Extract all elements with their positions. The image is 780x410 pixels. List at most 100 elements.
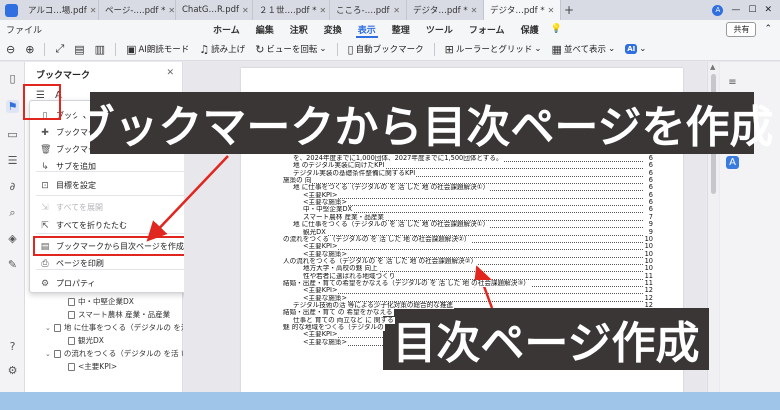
lightbulb-icon[interactable]: 💡	[551, 24, 562, 34]
toc-text: <主要KPI>	[303, 287, 339, 295]
close-icon[interactable]: ✕	[166, 68, 174, 78]
toc-page-number: 6	[648, 206, 653, 214]
settings-icon[interactable]: ⚙	[6, 364, 19, 377]
context-menu-item-7[interactable]: ▤ ブックマークから目次ページを作成	[30, 238, 190, 255]
tab-1[interactable]: ページ-….pdf * ✕	[99, 0, 176, 20]
chevron-up-icon[interactable]: ⌃	[764, 24, 772, 34]
tab-4[interactable]: こころ-….pdf ✕	[330, 0, 407, 20]
menu-item-7[interactable]: フォーム	[461, 20, 513, 38]
tab-5[interactable]: デジタ…pdf * ✕	[407, 0, 484, 20]
menu-item-6[interactable]: ツール	[418, 20, 461, 38]
context-menu-item-6[interactable]: ⇱ すべてを折りたたむ	[30, 217, 190, 234]
ai-read-mode-button[interactable]: ▣ AI朗読モード	[126, 43, 189, 56]
tab-0[interactable]: アルコ…場.pdf ✕	[22, 0, 99, 20]
avatar[interactable]: A	[712, 4, 724, 16]
toc-line[interactable]: 性や若者に選ばれる地域づくり 11	[303, 272, 653, 280]
search-icon[interactable]: ⌕	[6, 206, 19, 219]
toc-line[interactable]: の流れをつくる（デジタルの を 活 した 地 の社会課題解決②） 10	[283, 235, 653, 243]
app-logo-icon[interactable]	[0, 0, 22, 20]
close-tab-icon[interactable]: ✕	[242, 6, 249, 15]
toc-line[interactable]: 中・中堅企業DX 6	[303, 206, 653, 214]
tree-item[interactable]: 中・中堅企業DX	[25, 295, 183, 308]
chevron-down-icon[interactable]: ⌄	[45, 324, 51, 332]
zoom-in-icon[interactable]: ⊕	[25, 43, 34, 56]
toc-line[interactable]: 施策の 向 6	[283, 177, 653, 185]
tab-6[interactable]: デジタ…pdf * ✕	[484, 0, 561, 20]
toc-line[interactable]: <主要KPI> 10	[303, 243, 653, 251]
toc-line[interactable]: 人の流れをつくる（デジタルの を 活 した 地 の社会課題解決②） 10	[283, 257, 653, 265]
bookmark-panel-icon[interactable]: ⚑	[6, 100, 19, 113]
toc-line[interactable]: 地 に仕事をつくる（デジタルの を 活 した 地 の社会課題解決①） 9	[293, 221, 653, 229]
toc-line[interactable]: 地 のデジタル実装に向けたKPI 6	[293, 162, 653, 170]
tab-3[interactable]: ２１世….pdf * ✕	[253, 0, 330, 20]
ai-button[interactable]: AI ⌄	[625, 44, 646, 54]
text-ai-icon[interactable]: A	[726, 156, 739, 169]
tree-item[interactable]: スマート農林 産業・品産業	[25, 308, 183, 321]
menu-item-4[interactable]: 表示	[350, 20, 384, 38]
close-tab-icon[interactable]: ✕	[90, 6, 97, 15]
zoom-out-icon[interactable]: ⊖	[6, 43, 15, 56]
fit-page-icon[interactable]: ⤢	[55, 42, 64, 56]
rotate-view-button[interactable]: ↻ ビューを回転 ⌄	[255, 43, 326, 56]
tree-item[interactable]: ⌄ の流れをつくる（デジタルの を活 い	[25, 347, 183, 360]
toc-page-number: 7	[648, 213, 653, 221]
tree-item[interactable]: ⌄ 地 に仕事をつくる（デジタルの を活	[25, 321, 183, 334]
toc-line[interactable]: 結婚・出産・育ての希望をかなえる（デジタルの を 活 した 地 の社会課題解決③…	[283, 279, 653, 287]
toc-line[interactable]: <主要KPI> 12	[303, 287, 653, 295]
read-aloud-button[interactable]: ♫ 読み上げ	[199, 43, 245, 56]
toc-text: スマート農林 産業・品産業	[303, 213, 386, 221]
toc-line[interactable]: <主要な施策> 10	[303, 250, 653, 258]
toc-line[interactable]: を、2024年度までに1,000団体、2027年度までに1,500団体とする。 6	[293, 155, 653, 162]
toc-line[interactable]: <主要な施策> 6	[303, 199, 653, 207]
attachment-list-icon[interactable]: ☰	[6, 154, 19, 167]
layers-icon[interactable]: ◈	[6, 232, 19, 245]
toc-text: 人の流れをつくる（デジタルの を 活 した 地 の社会課題解決②）	[283, 257, 479, 265]
minimize-button[interactable]: —	[731, 5, 740, 15]
help-icon[interactable]: ?	[6, 340, 19, 353]
menu-item-8[interactable]: 保護	[513, 20, 547, 38]
toc-line[interactable]: 地 に仕事をつくる（デジタルの を 活 した 地 の社会課題解決①） 6	[293, 184, 653, 192]
toc-line[interactable]: <主要な施策> 12	[303, 294, 653, 302]
close-tab-icon[interactable]: ✕	[393, 6, 400, 15]
paperclip-icon[interactable]: ∂	[6, 180, 19, 193]
new-tab-button[interactable]: +	[561, 0, 577, 20]
tree-item[interactable]: <主要KPI>	[25, 360, 183, 373]
close-tab-icon[interactable]: ✕	[319, 6, 326, 15]
chevron-down-icon[interactable]: ⌄	[45, 350, 51, 358]
tab-2[interactable]: ChatG…R.pdf ✕	[176, 0, 253, 20]
signature-icon[interactable]: ✎	[6, 258, 19, 271]
context-menu-item-4[interactable]: ⊡ 目標を設定	[30, 177, 190, 194]
close-tab-icon[interactable]: ✕	[548, 6, 555, 15]
tree-item[interactable]: 観光DX	[25, 334, 183, 347]
menu-item-5[interactable]: 整理	[384, 20, 418, 38]
menu-file[interactable]: ファイル	[0, 23, 205, 36]
maximize-button[interactable]: ☐	[748, 5, 756, 15]
share-button[interactable]: 共有	[726, 21, 757, 37]
close-window-button[interactable]: ✕	[764, 5, 772, 15]
toc-line[interactable]: 地方大学・高校の魅 向上 10	[303, 265, 653, 273]
close-tab-icon[interactable]: ✕	[471, 6, 478, 15]
menu-item-2[interactable]: 注釈	[282, 20, 316, 38]
toc-line[interactable]: スマート農林 産業・品産業 7	[303, 213, 653, 221]
properties-icon[interactable]: ≡	[726, 76, 739, 89]
context-menu-item-3[interactable]: ↳ サブを追加	[30, 158, 190, 175]
rulers-grid-button[interactable]: ⊞ ルーラーとグリッド ⌄	[445, 43, 542, 56]
menu-item-1[interactable]: 編集	[248, 20, 282, 38]
toc-page-number: 6	[648, 155, 653, 162]
auto-bookmark-button[interactable]: ▯ 自動ブックマーク	[348, 43, 424, 56]
close-tab-icon[interactable]: ✕	[168, 6, 175, 15]
arrange-button[interactable]: ▦ 並べて表示 ⌄	[551, 43, 615, 56]
context-menu-item-9[interactable]: ⚙ プロパティ	[30, 275, 190, 292]
chevron-down-icon: ⌄	[608, 44, 616, 54]
comment-icon[interactable]: ▭	[6, 128, 19, 141]
page-icon[interactable]: ▯	[6, 72, 19, 85]
toc-line[interactable]: 観光DX 9	[303, 228, 653, 236]
toc-text: 結婚・出産・育て の 希望をかなえる	[283, 309, 394, 317]
layout-icon[interactable]: ▥	[95, 43, 105, 56]
menu-item-3[interactable]: 変換	[316, 20, 350, 38]
page-color-icon[interactable]: ▤	[74, 43, 84, 56]
toc-line[interactable]: デジタル実装の基礎条件整備に関するKPI 6	[293, 169, 653, 177]
menu-item-0[interactable]: ホーム	[205, 20, 248, 38]
scroll-up-icon[interactable]: ▲	[710, 63, 715, 71]
toc-line[interactable]: <主要KPI> 6	[303, 191, 653, 199]
